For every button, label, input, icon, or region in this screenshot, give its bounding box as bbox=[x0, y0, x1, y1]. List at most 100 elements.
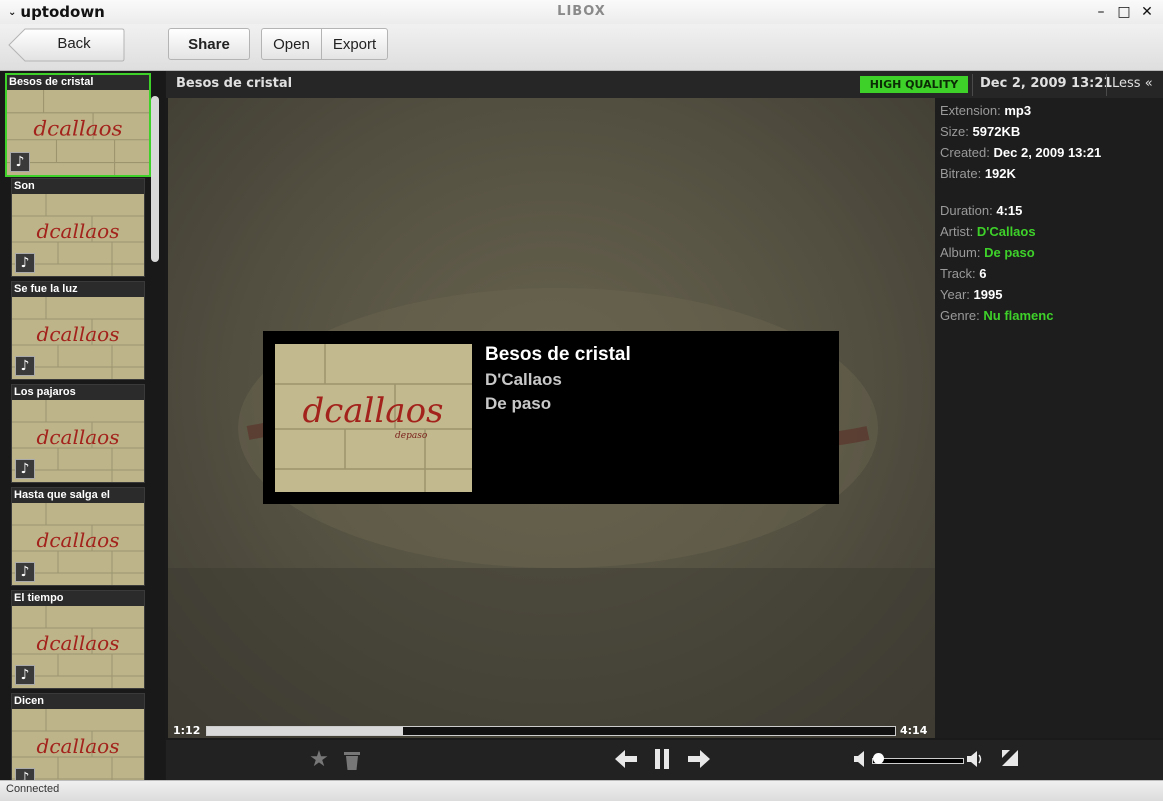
open-button[interactable]: Open bbox=[261, 28, 321, 60]
created-date: Dec 2, 2009 13:21 bbox=[980, 76, 1113, 91]
playlist-item[interactable]: Los pajaros dcallaos ♪ bbox=[11, 384, 145, 483]
detail-row: Duration: 4:15 bbox=[940, 203, 1022, 218]
detail-row: Size: 5972KB bbox=[940, 124, 1020, 139]
quality-badge: HIGH QUALITY bbox=[860, 76, 968, 93]
window-title: LIBOX bbox=[557, 4, 606, 19]
progress-fill bbox=[207, 727, 404, 735]
svg-text:dcallaos: dcallaos bbox=[37, 322, 120, 346]
svg-text:dcallaos: dcallaos bbox=[37, 528, 120, 552]
detail-label: Track: bbox=[940, 266, 976, 281]
now-playing-artist: D'Callaos bbox=[485, 370, 562, 389]
divider bbox=[1106, 74, 1107, 96]
music-note-icon: ♪ bbox=[15, 562, 35, 582]
share-button[interactable]: Share bbox=[168, 28, 250, 60]
pause-icon[interactable] bbox=[648, 747, 676, 773]
star-icon[interactable]: ★ bbox=[305, 747, 333, 773]
detail-value[interactable]: Nu flamenc bbox=[983, 308, 1053, 323]
playlist-item[interactable]: Hasta que salga el dcallaos ♪ bbox=[11, 487, 145, 586]
detail-label: Duration: bbox=[940, 203, 993, 218]
album-thumbnail: dcallaos ♪ bbox=[12, 709, 144, 780]
volume-high-icon[interactable] bbox=[966, 747, 984, 773]
playlist-item-title: El tiempo bbox=[14, 592, 64, 604]
playlist-sidebar: Besos de cristal dcallaos ♪ Son dcallaos ♪ Se … bbox=[0, 71, 165, 780]
album-thumbnail: dcallaos ♪ bbox=[12, 297, 144, 379]
detail-value: 4:15 bbox=[996, 203, 1023, 218]
fullscreen-icon[interactable] bbox=[996, 747, 1024, 773]
playlist-item[interactable]: El tiempo dcallaos ♪ bbox=[11, 590, 145, 689]
music-note-icon: ♪ bbox=[10, 152, 30, 172]
detail-row: Genre: Nu flamenc bbox=[940, 308, 1053, 323]
playback-controls: ★ bbox=[166, 740, 1163, 780]
music-note-icon: ♪ bbox=[15, 356, 35, 376]
track-title-header: Besos de cristal bbox=[176, 76, 293, 91]
detail-label: Year: bbox=[940, 287, 970, 302]
volume-slider[interactable] bbox=[872, 758, 964, 764]
less-button[interactable]: Less « bbox=[1112, 76, 1153, 91]
detail-value[interactable]: De paso bbox=[984, 245, 1035, 260]
track-header: Besos de cristal HIGH QUALITY Dec 2, 200… bbox=[166, 71, 1163, 98]
detail-row: Bitrate: 192K bbox=[940, 166, 1016, 181]
playlist-item[interactable]: Son dcallaos ♪ bbox=[11, 178, 145, 277]
details-panel: Extension: mp3 Size: 5972KB Created: Dec 2… bbox=[935, 98, 1163, 738]
detail-value: 5972KB bbox=[972, 124, 1021, 139]
playlist-item[interactable]: Dicen dcallaos ♪ bbox=[11, 693, 145, 780]
export-button[interactable]: Export bbox=[321, 28, 388, 60]
previous-icon[interactable] bbox=[612, 747, 640, 773]
detail-label: Genre: bbox=[940, 308, 980, 323]
svg-text:dcallaos: dcallaos bbox=[33, 116, 122, 141]
status-bar: Connected bbox=[0, 780, 1163, 801]
detail-label: Size: bbox=[940, 124, 969, 139]
playlist-item-title: Hasta que salga el bbox=[14, 489, 110, 501]
playlist-item[interactable]: Se fue la luz dcallaos ♪ bbox=[11, 281, 145, 380]
detail-value: mp3 bbox=[1004, 103, 1032, 118]
album-thumbnail: dcallaos ♪ bbox=[12, 400, 144, 482]
album-thumbnail: dcallaos ♪ bbox=[12, 606, 144, 688]
detail-label: Artist: bbox=[940, 224, 974, 239]
close-button[interactable]: ✕ bbox=[1137, 2, 1157, 22]
playlist-item-title: Dicen bbox=[14, 695, 44, 707]
progress-bar[interactable] bbox=[206, 726, 896, 736]
playlist-item-title: Son bbox=[14, 180, 35, 192]
playlist-item-title: Los pajaros bbox=[14, 386, 76, 398]
volume-knob[interactable] bbox=[872, 753, 884, 764]
svg-text:dcallaos: dcallaos bbox=[37, 219, 120, 243]
svg-text:dcallaos: dcallaos bbox=[37, 425, 120, 449]
music-note-icon: ♪ bbox=[15, 459, 35, 479]
music-note-icon: ♪ bbox=[15, 768, 35, 780]
detail-value: 192K bbox=[984, 166, 1016, 181]
album-thumbnail: dcallaos ♪ bbox=[7, 90, 149, 175]
detail-row: Album: De paso bbox=[940, 245, 1035, 260]
maximize-button[interactable]: □ bbox=[1114, 2, 1134, 22]
libox-app: ⌄ uptodown LIBOX – □ ✕ Back Share Open Ex… bbox=[0, 0, 1163, 801]
divider bbox=[972, 74, 973, 96]
playlist-item-title: Se fue la luz bbox=[14, 283, 78, 295]
svg-text:dcallaos: dcallaos bbox=[37, 734, 120, 758]
toolbar: Back Share Open Export bbox=[0, 24, 1163, 71]
detail-row: Created: Dec 2, 2009 13:21 bbox=[940, 145, 1101, 160]
detail-label: Album: bbox=[940, 245, 981, 260]
now-playing-card: dcallaos depaso Besos de cristal D'Calla… bbox=[263, 331, 839, 504]
playlist-item-title: Besos de cristal bbox=[9, 76, 94, 88]
total-time: 4:14 bbox=[900, 724, 928, 737]
volume-low-icon[interactable] bbox=[852, 747, 868, 773]
back-button[interactable]: Back bbox=[22, 28, 126, 60]
detail-row: Extension: mp3 bbox=[940, 103, 1031, 118]
svg-text:depaso: depaso bbox=[395, 431, 428, 441]
detail-row: Track: 6 bbox=[940, 266, 987, 281]
svg-text:dcallaos: dcallaos bbox=[302, 391, 443, 431]
current-time: 1:12 bbox=[173, 724, 201, 737]
minimize-button[interactable]: – bbox=[1091, 2, 1111, 22]
playlist-item[interactable]: Besos de cristal dcallaos ♪ bbox=[5, 73, 151, 177]
detail-value[interactable]: D'Callaos bbox=[977, 224, 1036, 239]
playlist-scrollbar[interactable] bbox=[151, 96, 159, 262]
next-icon[interactable] bbox=[685, 747, 713, 773]
detail-value: 1995 bbox=[973, 287, 1003, 302]
detail-label: Bitrate: bbox=[940, 166, 982, 181]
connection-status: Connected bbox=[6, 783, 60, 795]
detail-row: Year: 1995 bbox=[940, 287, 1002, 302]
now-playing-album: De paso bbox=[485, 394, 552, 413]
album-thumbnail: dcallaos ♪ bbox=[12, 194, 144, 276]
detail-label: Extension: bbox=[940, 103, 1001, 118]
detail-value: 6 bbox=[979, 266, 987, 281]
trash-icon[interactable] bbox=[338, 747, 366, 773]
